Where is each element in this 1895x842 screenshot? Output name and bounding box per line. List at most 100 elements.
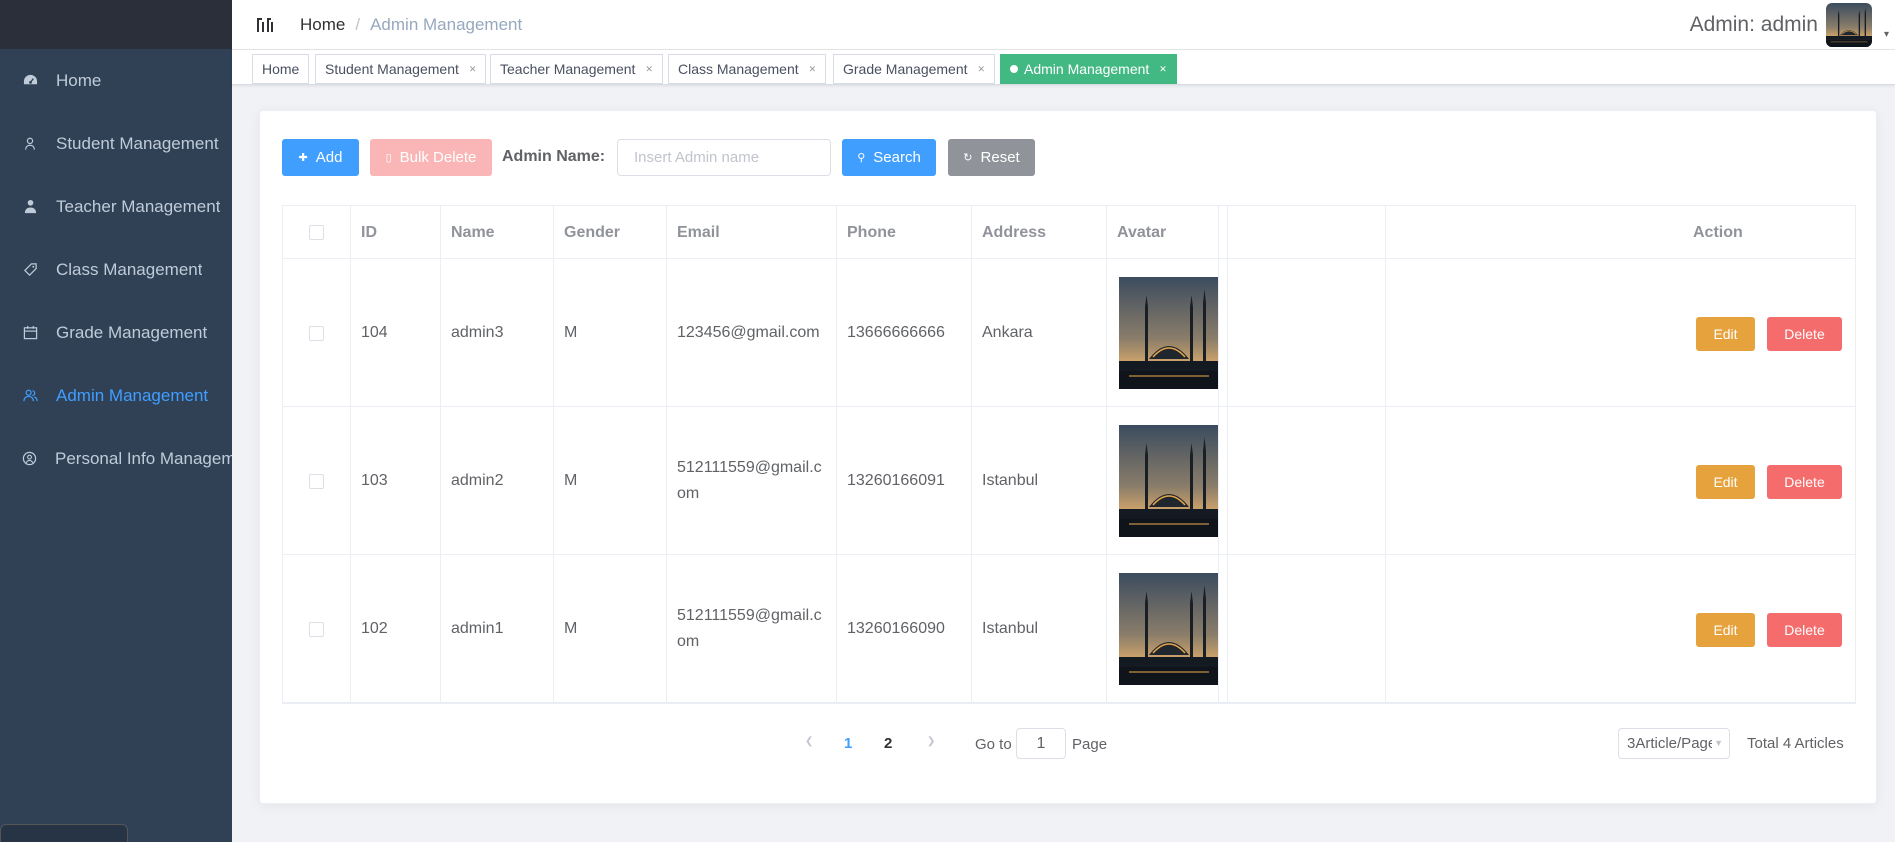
- row-checkbox[interactable]: [309, 473, 324, 489]
- header-address[interactable]: Address: [972, 206, 1107, 259]
- sidebar-item-label: Student Management: [56, 133, 219, 153]
- reset-button[interactable]: ↻ Reset: [948, 139, 1035, 176]
- tag-home[interactable]: Home: [252, 54, 310, 84]
- header-phone[interactable]: Phone: [837, 206, 972, 259]
- close-icon[interactable]: ✕: [809, 64, 817, 75]
- sidebar-item-label: Teacher Management: [56, 196, 221, 216]
- tag-label: Teacher Management: [500, 61, 636, 77]
- user-icon: [22, 136, 38, 152]
- sidebar-item-grade-management[interactable]: Grade Management: [0, 301, 232, 364]
- tag-label: Home: [262, 61, 300, 77]
- delete-button[interactable]: Delete: [1767, 465, 1842, 499]
- pagination: ❮ 1 2 ❯ Go to 1 Page 3Article/Page ▼ Tot…: [260, 728, 1876, 760]
- sidebar-item-label: Home: [56, 70, 102, 90]
- sidebar-item-home[interactable]: Home: [0, 49, 232, 112]
- sidebar-menu: Home Student Management Teacher Manageme…: [0, 49, 232, 490]
- row-checkbox[interactable]: [309, 621, 324, 637]
- table-row: 102 admin1 M 512111559@gmail.com 1326016…: [283, 555, 1855, 703]
- cell-email: 512111559@gmail.com: [667, 555, 837, 703]
- sidebar-item-label: Class Management: [56, 259, 203, 279]
- tag-label: Admin Management: [1024, 61, 1150, 77]
- page-number[interactable]: 1: [844, 735, 852, 752]
- cell-name: admin3: [441, 259, 554, 407]
- row-checkbox[interactable]: [309, 325, 324, 341]
- caret-down-icon[interactable]: ▾: [1884, 29, 1889, 40]
- profile-icon: [22, 451, 37, 467]
- avatar-thumbnail[interactable]: [1119, 277, 1218, 389]
- sidebar-item-personal-info-management[interactable]: Personal Info Management: [0, 427, 232, 490]
- tag-student-management[interactable]: Student Management ✕: [315, 54, 487, 84]
- breadcrumb-separator: /: [355, 14, 361, 34]
- table-row: 103 admin2 M 512111559@gmail.com 1326016…: [283, 407, 1855, 555]
- sidebar-logo-area: [0, 0, 232, 49]
- cell-avatar: [1107, 555, 1219, 703]
- cell-avatar: [1107, 407, 1219, 555]
- sidebar-item-label: Admin Management: [56, 385, 209, 405]
- tag-admin-management[interactable]: Admin Management ✕: [1000, 54, 1177, 84]
- admin-label: Admin: admin: [1689, 13, 1818, 36]
- cell-address: Istanbul: [972, 407, 1107, 555]
- sidebar-item-class-management[interactable]: Class Management: [0, 238, 232, 301]
- header-id[interactable]: ID: [351, 206, 441, 259]
- users-icon: [22, 388, 38, 404]
- page-size-select[interactable]: 3Article/Page ▼: [1618, 728, 1730, 759]
- cell-name: admin1: [441, 555, 554, 703]
- tag-teacher-management[interactable]: Teacher Management ✕: [490, 54, 663, 84]
- sidebar-item-teacher-management[interactable]: Teacher Management: [0, 175, 232, 238]
- sidebar-item-admin-management[interactable]: Admin Management: [0, 364, 232, 427]
- admin-name-input[interactable]: [617, 139, 831, 176]
- page-number[interactable]: 2: [884, 735, 892, 752]
- user-menu[interactable]: Admin: admin ▾: [1690, 0, 1889, 50]
- edit-button[interactable]: Edit: [1696, 613, 1755, 647]
- cell-gender: M: [554, 555, 667, 703]
- header-gender[interactable]: Gender: [554, 206, 667, 259]
- cell-email: 512111559@gmail.com: [667, 407, 837, 555]
- tag-grade-management[interactable]: Grade Management ✕: [833, 54, 996, 84]
- teacher-icon: [22, 199, 38, 215]
- avatar-thumbnail[interactable]: [1119, 573, 1218, 685]
- select-all-checkbox[interactable]: [309, 225, 324, 240]
- cell-address: Ankara: [972, 259, 1107, 407]
- admin-management-card: ✚ Add ▯ Bulk Delete Admin Name: ⚲ Search…: [259, 110, 1877, 804]
- goto-page-input[interactable]: 1: [1016, 728, 1066, 759]
- close-icon[interactable]: ✕: [469, 64, 477, 75]
- header-avatar[interactable]: Avatar: [1107, 206, 1219, 259]
- table-header: ID Name Gender Email Phone Address Avata…: [283, 206, 1855, 259]
- sidebar-bottom-widget[interactable]: [0, 824, 128, 842]
- breadcrumb-current: Admin Management: [370, 14, 523, 34]
- cell-phone: 13666666666: [837, 259, 972, 407]
- delete-button[interactable]: Delete: [1767, 317, 1842, 351]
- chevron-right-icon[interactable]: ❯: [927, 736, 935, 747]
- bulk-delete-button[interactable]: ▯ Bulk Delete: [370, 139, 492, 176]
- add-button[interactable]: ✚ Add: [282, 139, 359, 176]
- avatar-thumbnail[interactable]: [1119, 425, 1218, 537]
- tag-label: Student Management: [325, 61, 459, 77]
- chevron-left-icon[interactable]: ❮: [805, 736, 813, 747]
- header-name[interactable]: Name: [441, 206, 554, 259]
- delete-button[interactable]: Delete: [1767, 613, 1842, 647]
- avatar[interactable]: [1826, 3, 1872, 47]
- search-button[interactable]: ⚲ Search: [842, 139, 936, 176]
- edit-button[interactable]: Edit: [1696, 465, 1755, 499]
- tag-label: Grade Management: [843, 61, 968, 77]
- header-email[interactable]: Email: [667, 206, 837, 259]
- close-icon[interactable]: ✕: [645, 64, 653, 75]
- tags-view: Home Student Management ✕ Teacher Manage…: [232, 50, 1895, 85]
- close-icon[interactable]: ✕: [1159, 64, 1167, 75]
- close-icon[interactable]: ✕: [978, 64, 986, 75]
- tag-class-management[interactable]: Class Management ✕: [668, 54, 827, 84]
- breadcrumb-home[interactable]: Home: [300, 15, 345, 35]
- row-checkbox-cell: [283, 259, 351, 407]
- chevron-down-icon: ▼: [1712, 738, 1723, 748]
- row-checkbox-cell: [283, 555, 351, 703]
- select-all-cell: [283, 206, 351, 259]
- cell-id: 104: [351, 259, 441, 407]
- sidebar-item-student-management[interactable]: Student Management: [0, 112, 232, 175]
- cell-avatar: [1107, 259, 1219, 407]
- page-label: Page: [1072, 736, 1108, 753]
- hamburger-icon[interactable]: [255, 15, 275, 35]
- sidebar-item-label: Grade Management: [56, 322, 208, 342]
- edit-button[interactable]: Edit: [1696, 317, 1755, 351]
- cell-address: Istanbul: [972, 555, 1107, 703]
- breadcrumb: Home / Admin Management: [300, 15, 522, 35]
